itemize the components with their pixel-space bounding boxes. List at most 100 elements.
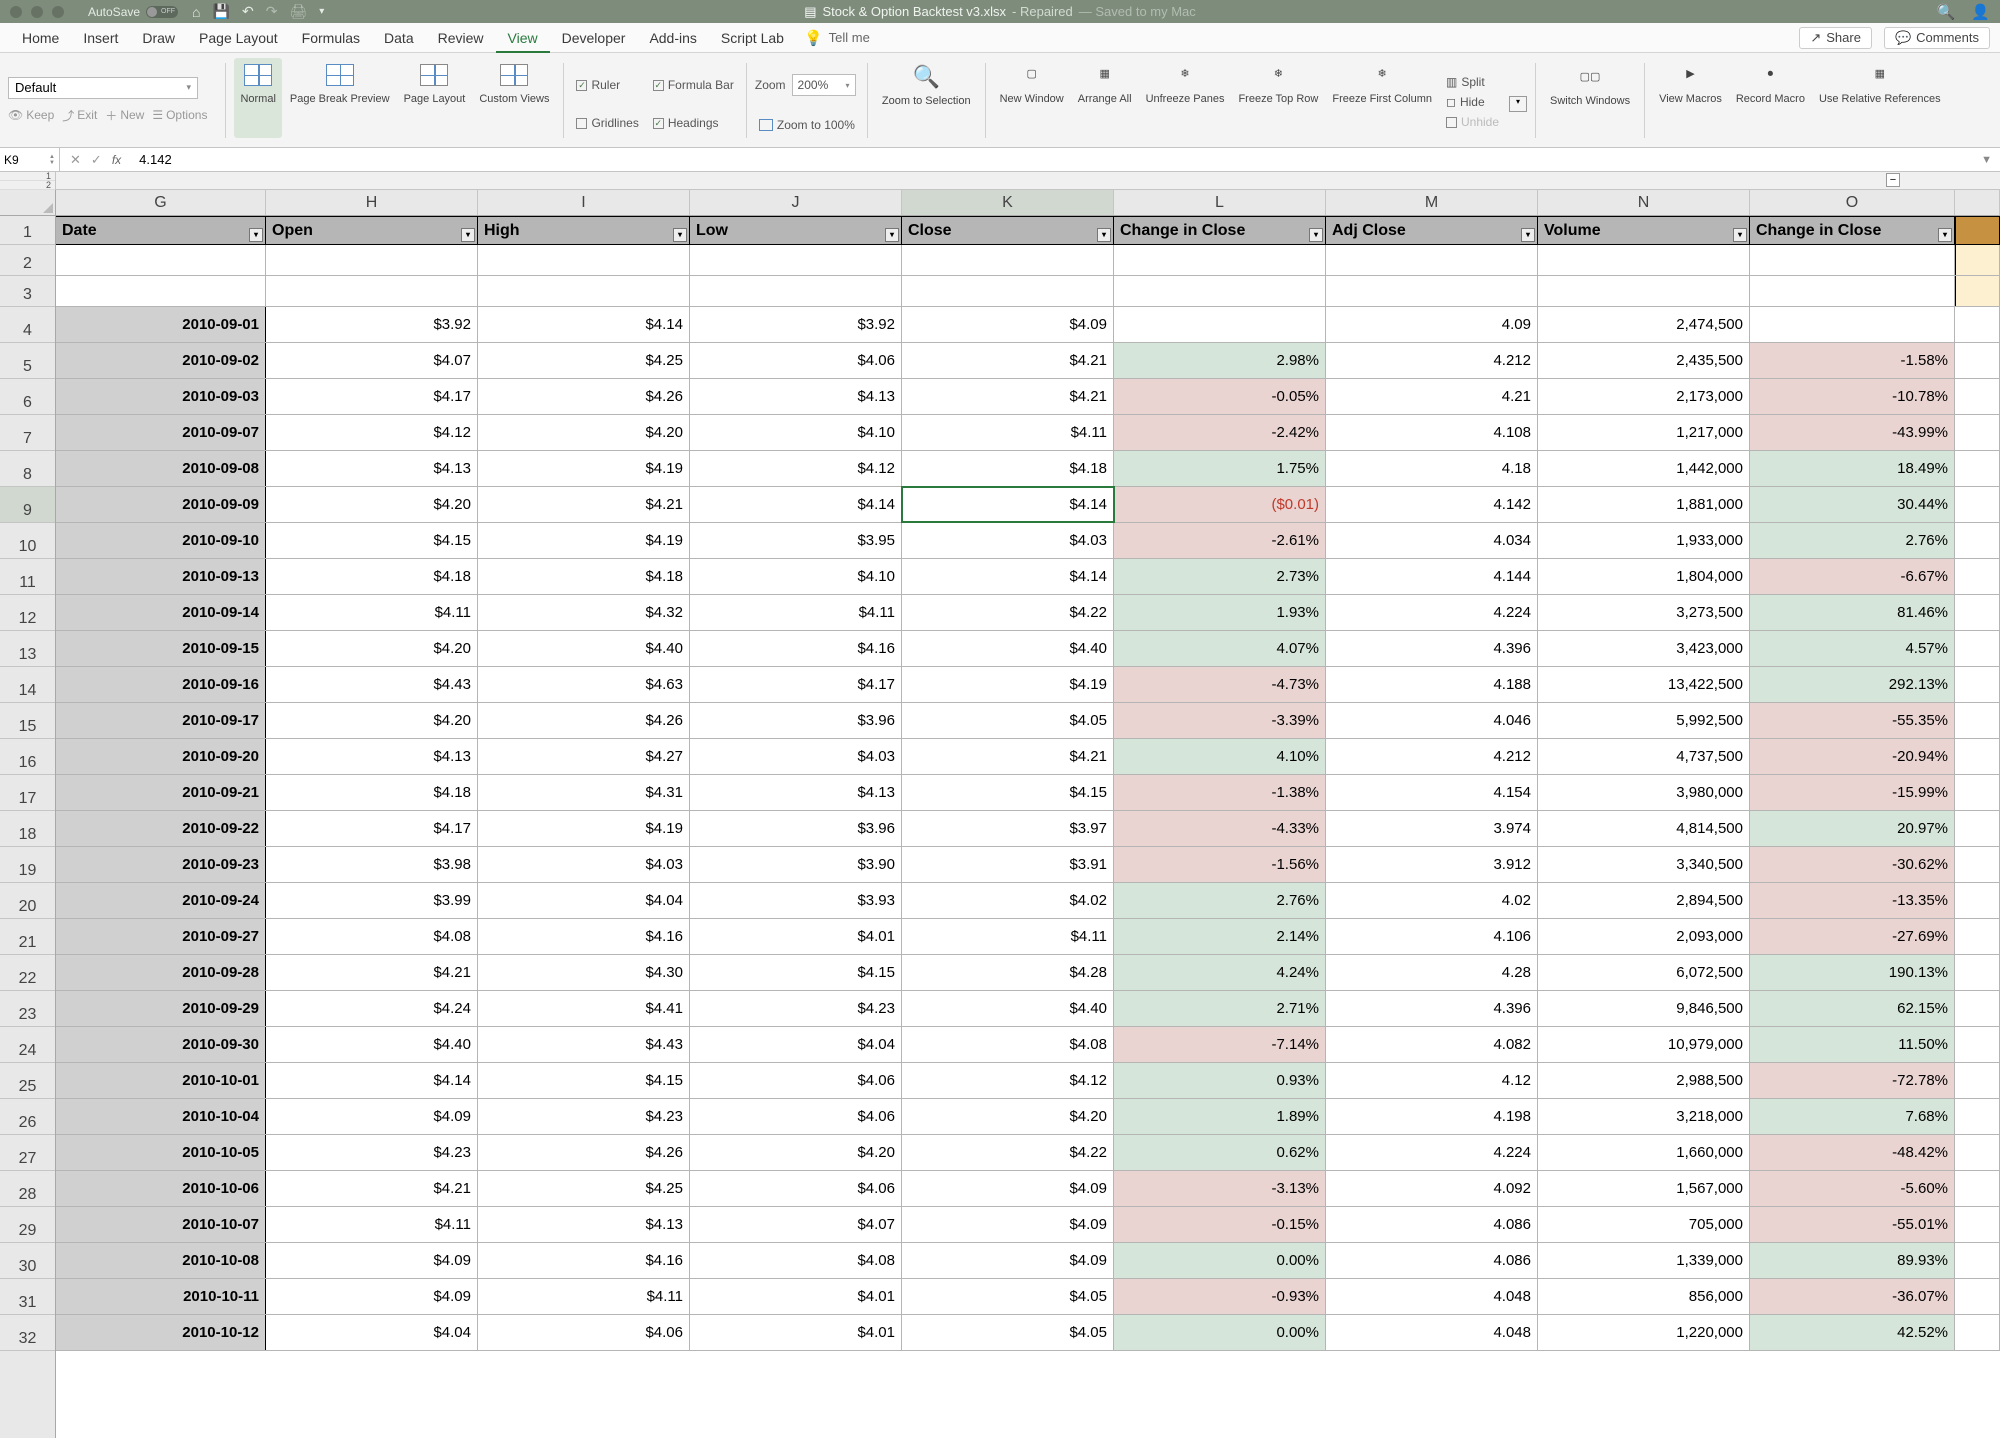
cell[interactable]: 4.224 — [1326, 1135, 1538, 1170]
cell[interactable] — [1955, 379, 2000, 414]
cell[interactable]: -0.93% — [1114, 1279, 1326, 1314]
filter-button[interactable]: ▾ — [1733, 228, 1747, 242]
cell[interactable]: $4.08 — [266, 919, 478, 954]
zoom-input[interactable]: 200%▾ — [792, 74, 856, 96]
table-header-change-in-close[interactable]: Change in Close▾ — [1114, 217, 1326, 244]
row-header-16[interactable]: 16 — [0, 739, 55, 775]
cell[interactable]: $4.32 — [478, 595, 690, 630]
arrange-all-button[interactable]: ▦Arrange All — [1072, 58, 1138, 138]
cell[interactable]: $4.05 — [902, 1279, 1114, 1314]
row-header-3[interactable]: 3 — [0, 276, 55, 307]
cell[interactable]: $4.06 — [478, 1315, 690, 1350]
row-header-14[interactable]: 14 — [0, 667, 55, 703]
cell[interactable]: 4.048 — [1326, 1315, 1538, 1350]
cell[interactable]: $3.96 — [690, 703, 902, 738]
cell[interactable]: 2010-09-03 — [56, 379, 266, 414]
cell[interactable]: $4.18 — [266, 775, 478, 810]
cell[interactable]: 2.14% — [1114, 919, 1326, 954]
cell[interactable]: $4.10 — [690, 559, 902, 594]
cell[interactable]: $4.20 — [690, 1135, 902, 1170]
share-button[interactable]: ↗Share — [1799, 27, 1872, 49]
cell[interactable]: $4.24 — [266, 991, 478, 1026]
cell[interactable]: $4.09 — [902, 307, 1114, 342]
cell[interactable]: 2,093,000 — [1538, 919, 1750, 954]
cell[interactable]: $4.20 — [266, 631, 478, 666]
qat-dropdown-icon[interactable]: ▾ — [319, 6, 324, 17]
row-header-11[interactable]: 11 — [0, 559, 55, 595]
cell[interactable]: $4.03 — [690, 739, 902, 774]
enter-icon[interactable]: ✓ — [91, 152, 102, 168]
cell[interactable]: $4.15 — [478, 1063, 690, 1098]
fx-icon[interactable]: fx — [112, 153, 121, 167]
cell[interactable]: $3.97 — [902, 811, 1114, 846]
col-header-next[interactable] — [1955, 190, 2000, 215]
cell[interactable] — [1955, 955, 2000, 990]
cell[interactable]: 11.50% — [1750, 1027, 1955, 1062]
cell[interactable]: $3.98 — [266, 847, 478, 882]
cell[interactable]: 81.46% — [1750, 595, 1955, 630]
cell[interactable]: $4.16 — [478, 919, 690, 954]
cell[interactable]: $4.17 — [266, 811, 478, 846]
cell[interactable]: $4.11 — [902, 919, 1114, 954]
cell[interactable]: $4.22 — [902, 595, 1114, 630]
normal-view-button[interactable]: Normal — [234, 58, 281, 138]
cell[interactable] — [1955, 883, 2000, 918]
cell[interactable]: $4.15 — [690, 955, 902, 990]
cell[interactable]: $3.91 — [902, 847, 1114, 882]
cell[interactable] — [266, 276, 478, 306]
row-header-6[interactable]: 6 — [0, 379, 55, 415]
cell[interactable]: 1,339,000 — [1538, 1243, 1750, 1278]
cell[interactable]: 18.49% — [1750, 451, 1955, 486]
cell[interactable]: $4.21 — [266, 955, 478, 990]
cell[interactable]: 2010-09-21 — [56, 775, 266, 810]
cell[interactable]: 2,474,500 — [1538, 307, 1750, 342]
cell[interactable]: 1,804,000 — [1538, 559, 1750, 594]
cell[interactable] — [690, 276, 902, 306]
cell[interactable]: 2010-09-08 — [56, 451, 266, 486]
row-header-13[interactable]: 13 — [0, 631, 55, 667]
row-header-24[interactable]: 24 — [0, 1027, 55, 1063]
record-macro-button[interactable]: ⏺Record Macro — [1730, 58, 1811, 138]
cell[interactable]: 1,442,000 — [1538, 451, 1750, 486]
cell[interactable] — [478, 245, 690, 275]
name-box[interactable]: K9 ▲▼ — [0, 148, 60, 172]
cell[interactable] — [1955, 667, 2000, 702]
cell[interactable]: 4.108 — [1326, 415, 1538, 450]
cell[interactable]: -30.62% — [1750, 847, 1955, 882]
cell[interactable]: 1,881,000 — [1538, 487, 1750, 522]
cell[interactable] — [1538, 276, 1750, 306]
cell[interactable]: ($0.01) — [1114, 487, 1326, 522]
cell[interactable]: $4.40 — [902, 991, 1114, 1026]
switch-windows-button[interactable]: ▢▢Switch Windows — [1544, 60, 1636, 140]
ruler-checkbox[interactable]: ✓Ruler — [572, 76, 642, 94]
cell[interactable]: $4.05 — [902, 703, 1114, 738]
row-header-12[interactable]: 12 — [0, 595, 55, 631]
cell[interactable]: $4.13 — [690, 775, 902, 810]
zoom-window-button[interactable] — [52, 6, 64, 18]
cell[interactable]: 4.02 — [1326, 883, 1538, 918]
filter-button[interactable]: ▾ — [673, 228, 687, 242]
cell[interactable]: 4,814,500 — [1538, 811, 1750, 846]
cell[interactable]: -10.78% — [1750, 379, 1955, 414]
cell[interactable]: 2010-10-06 — [56, 1171, 266, 1206]
cell[interactable]: $4.02 — [902, 883, 1114, 918]
cell[interactable]: 1,933,000 — [1538, 523, 1750, 558]
cell[interactable] — [1955, 245, 2000, 275]
cell[interactable]: $3.92 — [690, 307, 902, 342]
cell[interactable]: $4.09 — [266, 1279, 478, 1314]
cell[interactable]: 4.034 — [1326, 523, 1538, 558]
cell[interactable] — [1955, 739, 2000, 774]
keep-button[interactable]: 👁Keep — [8, 107, 54, 124]
cell[interactable]: 2010-09-09 — [56, 487, 266, 522]
row-header-7[interactable]: 7 — [0, 415, 55, 451]
tab-formulas[interactable]: Formulas — [290, 23, 372, 53]
tab-draw[interactable]: Draw — [130, 23, 187, 53]
cell[interactable]: 4.21 — [1326, 379, 1538, 414]
cell[interactable]: $4.26 — [478, 1135, 690, 1170]
row-header-29[interactable]: 29 — [0, 1207, 55, 1243]
cell[interactable] — [1955, 415, 2000, 450]
cell[interactable]: 4.212 — [1326, 739, 1538, 774]
zoom-100-button[interactable]: Zoom to 100% — [755, 116, 859, 134]
cell[interactable] — [1750, 276, 1955, 306]
cell[interactable]: 4.198 — [1326, 1099, 1538, 1134]
